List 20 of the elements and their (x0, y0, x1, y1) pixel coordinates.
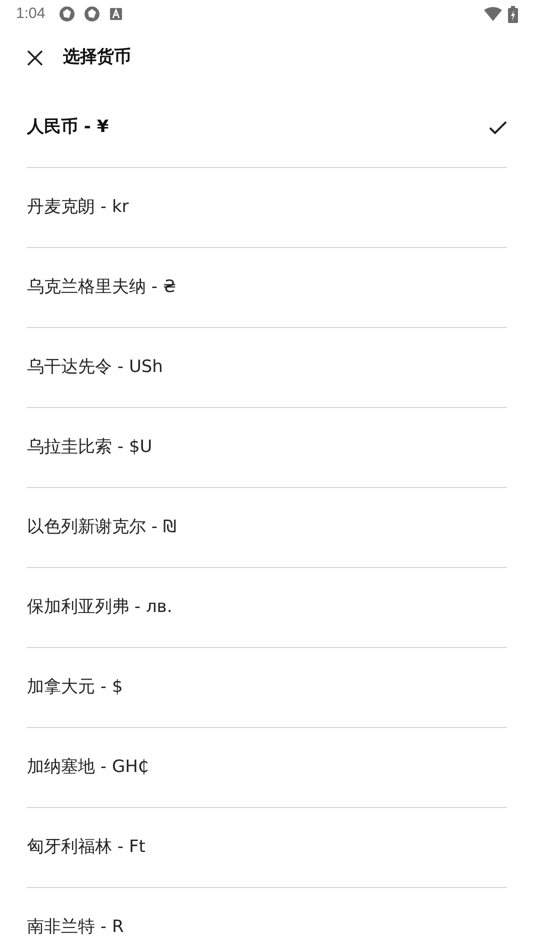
currency-option[interactable]: 人民币 - ¥ (27, 88, 507, 168)
currency-option[interactable]: 丹麦克朗 - kr (27, 168, 507, 248)
status-time: 1:04 (16, 4, 46, 24)
currency-option[interactable]: 保加利亚列弗 - лв. (27, 568, 507, 648)
letter-a-icon (110, 8, 122, 20)
currency-option[interactable]: 乌干达先令 - USh (27, 328, 507, 408)
battery-charging-icon (508, 6, 518, 22)
currency-option[interactable]: 加拿大元 - $ (27, 648, 507, 728)
aperture-icon (84, 6, 100, 22)
currency-option[interactable]: 以色列新谢克尔 - ₪ (27, 488, 507, 568)
wifi-icon (484, 7, 502, 21)
currency-option[interactable]: 加纳塞地 - GH₵ (27, 728, 507, 808)
currency-option[interactable]: 乌拉圭比索 - $U (27, 408, 507, 488)
currency-option[interactable]: 匈牙利福林 - Ft (27, 808, 507, 888)
page-title: 选择货币 (63, 46, 131, 70)
currency-option[interactable]: 南非兰特 - R (27, 888, 507, 950)
currency-option[interactable]: 乌克兰格里夫纳 - ₴ (27, 248, 507, 328)
check-icon (489, 120, 507, 134)
aperture-icon (59, 6, 76, 22)
close-button[interactable] (26, 49, 44, 67)
